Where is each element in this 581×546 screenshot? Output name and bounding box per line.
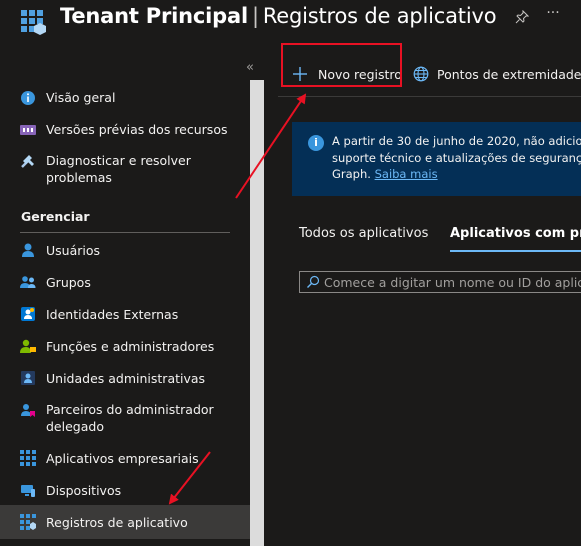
banner-line-3-text: Graph. bbox=[332, 167, 371, 181]
pin-button[interactable] bbox=[511, 8, 533, 28]
tab-aplicativos-proprios[interactable]: Aplicativos com prop bbox=[450, 226, 581, 241]
sidebar-item-label: Dispositivos bbox=[46, 483, 122, 498]
sidebar-item-label: Registros de aplicativo bbox=[46, 515, 188, 530]
sidebar-item-label: Diagnosticar e resolver problemas bbox=[46, 153, 191, 185]
page-title-main: Tenant Principal bbox=[60, 4, 248, 28]
sidebar-item-label: Visão geral bbox=[46, 90, 116, 105]
app-registrations-icon bbox=[20, 514, 36, 530]
sidebar-item-visao-geral[interactable]: Visão geral bbox=[0, 88, 250, 108]
banner-line-1: A partir de 30 de junho de 2020, não adi… bbox=[332, 134, 581, 148]
sidebar-item-parceiros-administrador[interactable]: Parceiros do administrador delegado bbox=[0, 400, 250, 436]
sidebar-item-identidades-externas[interactable]: Identidades Externas bbox=[0, 305, 250, 325]
banner-info-icon: i bbox=[308, 135, 324, 151]
banner-line-2: suporte técnico e atualizações de segura… bbox=[332, 150, 581, 165]
sidebar-item-label: Identidades Externas bbox=[46, 307, 179, 322]
sidebar-item-label: Unidades administrativas bbox=[46, 371, 206, 386]
admin-units-icon bbox=[21, 371, 35, 385]
sidebar-item-label: Funções e administradores bbox=[46, 339, 215, 354]
enterprise-apps-icon bbox=[20, 450, 36, 466]
page-title: Tenant Principal | Registros de aplicativo bbox=[60, 4, 497, 28]
sidebar-item-label: Grupos bbox=[46, 275, 91, 290]
learn-more-link[interactable]: Saiba mais bbox=[375, 167, 438, 181]
pin-icon bbox=[515, 9, 530, 24]
section-divider bbox=[20, 232, 230, 233]
tab-todos-aplicativos[interactable]: Todos os aplicativos bbox=[299, 226, 428, 241]
collapse-sidebar-button[interactable]: « bbox=[246, 60, 254, 75]
banner-line-3: Graph. Saiba mais bbox=[332, 166, 581, 183]
sidebar-item-label: Parceiros do administrador delegado bbox=[46, 402, 214, 434]
sidebar-item-label: Aplicativos empresariais bbox=[46, 451, 199, 466]
page-title-separator: | bbox=[251, 4, 259, 28]
endpoints-label: Pontos de extremidade bbox=[437, 67, 581, 82]
app-registrations-logo-icon bbox=[21, 10, 46, 35]
search-input[interactable] bbox=[324, 273, 581, 291]
selected-tab-indicator bbox=[450, 250, 581, 252]
info-banner: i A partir de 30 de junho de 2020, não a… bbox=[292, 122, 581, 196]
toolbar-divider bbox=[278, 96, 581, 97]
sidebar-item-unidades-administrativas[interactable]: Unidades administrativas bbox=[0, 369, 250, 389]
sidebar-item-registros-aplicativo[interactable]: Registros de aplicativo bbox=[0, 505, 250, 539]
globe-icon bbox=[413, 66, 429, 82]
sidebar-item-diagnosticar[interactable]: Diagnosticar e resolver problemas bbox=[0, 151, 250, 187]
search-icon bbox=[307, 275, 320, 288]
wrench-icon bbox=[21, 155, 34, 168]
search-box[interactable] bbox=[299, 271, 581, 293]
preview-icon bbox=[20, 125, 36, 135]
sidebar-scrollbar[interactable] bbox=[250, 80, 264, 546]
sidebar-item-dispositivos[interactable]: Dispositivos bbox=[0, 481, 250, 501]
sidebar-item-label: Usuários bbox=[46, 243, 101, 258]
more-options-button[interactable]: ··· bbox=[542, 5, 564, 25]
section-title-gerenciar: Gerenciar bbox=[21, 209, 90, 224]
external-identities-icon bbox=[21, 307, 35, 321]
page-title-sub: Registros de aplicativo bbox=[262, 4, 497, 28]
sidebar-item-funcoes-administradores[interactable]: Funções e administradores bbox=[0, 337, 250, 357]
group-icon bbox=[20, 276, 36, 288]
info-icon bbox=[21, 91, 35, 105]
sidebar-item-usuarios[interactable]: Usuários bbox=[0, 241, 250, 261]
endpoints-button[interactable]: Pontos de extremidade bbox=[413, 64, 581, 86]
sidebar-item-versoes-previas[interactable]: Versões prévias dos recursos bbox=[0, 120, 250, 140]
partners-icon bbox=[21, 404, 35, 417]
roles-icon bbox=[20, 339, 36, 353]
sidebar-item-label: Versões prévias dos recursos bbox=[46, 122, 228, 137]
sidebar-item-grupos[interactable]: Grupos bbox=[0, 273, 250, 293]
devices-icon bbox=[21, 485, 35, 497]
sidebar-item-aplicativos-empresariais[interactable]: Aplicativos empresariais bbox=[0, 449, 250, 469]
user-icon bbox=[22, 243, 34, 257]
annotation-highlight-box bbox=[281, 43, 402, 87]
banner-text: A partir de 30 de junho de 2020, não adi… bbox=[332, 133, 581, 183]
